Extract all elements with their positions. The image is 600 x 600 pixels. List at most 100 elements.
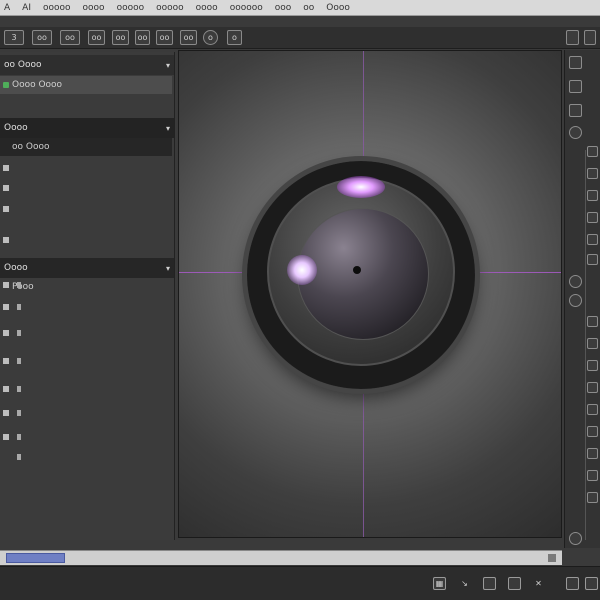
light-highlight [287,255,317,285]
panel-header[interactable]: oo Oooo ▾ [0,55,174,75]
knob-dome [297,208,429,340]
panel-toggle-icon[interactable] [566,30,579,45]
menu-bar: A AI ooooo oooo ooooo ooooo oooo oooooo … [0,0,600,16]
property-icon[interactable] [587,338,598,349]
tool-icon[interactable]: oo [88,30,105,45]
tool-icon[interactable]: oo [135,30,150,45]
toolbar-button-label: oo [37,33,47,42]
toolbar-button-label: oo [65,33,75,42]
property-icon[interactable] [587,234,598,245]
circle-icon[interactable] [569,294,582,307]
menu-item[interactable]: ooooo [156,3,184,13]
property-icon[interactable] [587,360,598,371]
chevron-down-icon[interactable]: ▾ [166,61,170,70]
panel-header[interactable]: Oooo ▾ [0,258,174,278]
menu-item[interactable]: ooooo [43,3,71,13]
property-icon[interactable] [587,316,598,327]
timeline-bar[interactable] [0,550,562,565]
grid-icon[interactable]: ▦ [433,577,446,590]
frame-icon[interactable] [508,577,521,590]
property-marker-icon [17,410,21,416]
canvas-viewport[interactable] [178,50,562,538]
bottom-bar: ▦ ↘ ✕ [0,566,600,600]
property-icon[interactable] [587,254,598,265]
menu-item[interactable]: Oooo [326,3,350,13]
tool-icon[interactable]: oo [32,30,52,45]
menu-item[interactable]: AI [22,3,31,13]
tool-icon[interactable]: oo [180,30,197,45]
property-marker-icon [3,282,9,288]
menu-item[interactable]: ooo [275,3,292,13]
timeline-end-marker[interactable] [548,554,556,562]
property-marker-icon [3,386,9,392]
list-item[interactable]: oo Oooo [0,138,172,156]
property-icon[interactable] [587,448,598,459]
property-marker-icon [3,165,9,171]
property-marker-icon [3,185,9,191]
toolbar-button-label: oo [115,33,126,42]
tool-icon[interactable]: oo [156,30,173,45]
property-marker-icon [17,386,21,392]
property-marker-icon [17,434,21,440]
tool-icon[interactable] [569,104,582,117]
property-marker-icon [17,358,21,364]
frame-icon[interactable] [566,577,579,590]
property-marker-icon [17,330,21,336]
chevron-down-icon[interactable]: ▾ [166,264,170,273]
tool-icon[interactable] [569,80,582,93]
list-item[interactable]: Pooo [0,278,172,296]
property-icon[interactable] [587,470,598,481]
circle-icon[interactable]: o [203,30,218,45]
property-icon[interactable] [587,212,598,223]
panel-header[interactable]: Oooo ▾ [0,118,174,138]
panel-header-title: oo Oooo [4,60,42,70]
circle-icon[interactable] [569,275,582,288]
property-icon[interactable] [587,190,598,201]
text-icon[interactable]: ✕ [532,577,545,590]
toolbar-button-label: 3 [11,33,17,42]
property-marker-icon [17,454,21,460]
property-marker-icon [3,434,9,440]
panel-toggle-icon[interactable] [584,30,596,45]
tool-icon[interactable] [569,56,582,69]
property-icon[interactable] [587,146,598,157]
menu-item[interactable]: oooo [83,3,105,13]
circle-icon[interactable] [569,126,582,139]
property-icon[interactable] [587,382,598,393]
chevron-down-icon[interactable]: ▾ [166,124,170,133]
menu-item[interactable]: oooo [196,3,218,13]
property-icon[interactable] [587,168,598,179]
property-marker-icon [3,410,9,416]
tool-icon[interactable]: 3 [4,30,24,45]
property-marker-icon [3,237,9,243]
list-item[interactable]: Oooo Oooo [0,76,172,94]
menu-item[interactable]: A [4,3,10,13]
toolbar-button-label: oo [137,33,148,42]
property-marker-icon [17,304,21,310]
menu-item[interactable]: oo [303,3,314,13]
toolbar-button-label: o [208,33,213,42]
pivot-point-icon[interactable] [353,266,361,274]
status-dot-icon [3,82,9,88]
frame-icon[interactable] [483,577,496,590]
tool-icon[interactable]: oo [112,30,129,45]
left-panel: oo Oooo ▾ Oooo Oooo Oooo ▾ oo Oooo Oooo … [0,52,175,540]
frame-icon[interactable] [585,577,598,590]
toolbar-button-label: o [232,33,237,42]
toolbar-button-label: oo [159,33,170,42]
property-marker-icon [3,358,9,364]
property-marker-icon [17,282,21,288]
property-icon[interactable] [587,426,598,437]
tool-icon[interactable]: o [227,30,242,45]
timeline-range-handle[interactable] [6,553,65,563]
tool-icon[interactable]: oo [60,30,80,45]
select-icon[interactable]: ↘ [458,577,471,590]
property-marker-icon [3,304,9,310]
property-icon[interactable] [587,492,598,503]
light-highlight [337,176,385,198]
circle-icon[interactable] [569,532,582,545]
property-icon[interactable] [587,404,598,415]
menu-item[interactable]: oooooo [230,3,263,13]
menu-item[interactable]: ooooo [117,3,145,13]
divider [585,150,586,540]
